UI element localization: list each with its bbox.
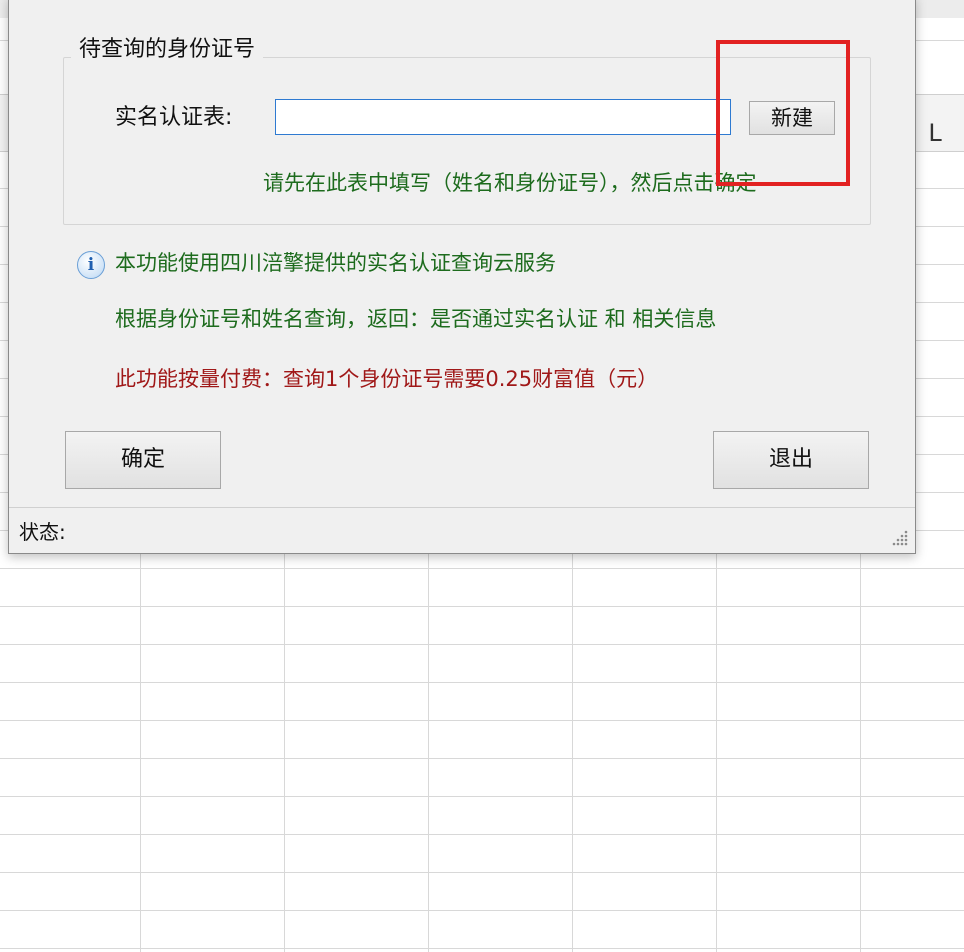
grid-line xyxy=(0,910,964,911)
query-description-text: 根据身份证号和姓名查询，返回：是否通过实名认证 和 相关信息 xyxy=(115,307,717,331)
grid-line xyxy=(0,758,964,759)
status-label: 状态: xyxy=(19,520,66,544)
grid-line xyxy=(0,720,964,721)
service-info-text: 本功能使用四川涪擎提供的实名认证查询云服务 xyxy=(115,251,556,275)
query-groupbox xyxy=(63,57,871,225)
column-header-l[interactable]: L xyxy=(920,118,950,148)
grid-line xyxy=(0,568,964,569)
grid-line xyxy=(0,606,964,607)
grid-line xyxy=(0,644,964,645)
grid-line xyxy=(0,948,964,949)
resize-grip-icon[interactable] xyxy=(891,529,909,547)
status-divider xyxy=(9,507,915,508)
pricing-text: 此功能按量付费：查询1个身份证号需要0.25财富值（元） xyxy=(115,367,659,391)
exit-button[interactable]: 退出 xyxy=(713,431,869,489)
verification-table-input[interactable] xyxy=(275,99,731,135)
grid-line xyxy=(0,872,964,873)
field-label: 实名认证表: xyxy=(115,105,233,130)
group-title: 待查询的身份证号 xyxy=(71,33,264,67)
new-button[interactable]: 新建 xyxy=(749,101,835,135)
grid-line xyxy=(0,682,964,683)
fill-hint-text: 请先在此表中填写（姓名和身份证号），然后点击确定 xyxy=(263,171,757,195)
confirm-button[interactable]: 确定 xyxy=(65,431,221,489)
id-verification-dialog: 待查询的身份证号 实名认证表: 新建 请先在此表中填写（姓名和身份证号），然后点… xyxy=(8,0,916,554)
info-icon: i xyxy=(77,251,105,279)
grid-line xyxy=(0,796,964,797)
grid-line xyxy=(0,834,964,835)
